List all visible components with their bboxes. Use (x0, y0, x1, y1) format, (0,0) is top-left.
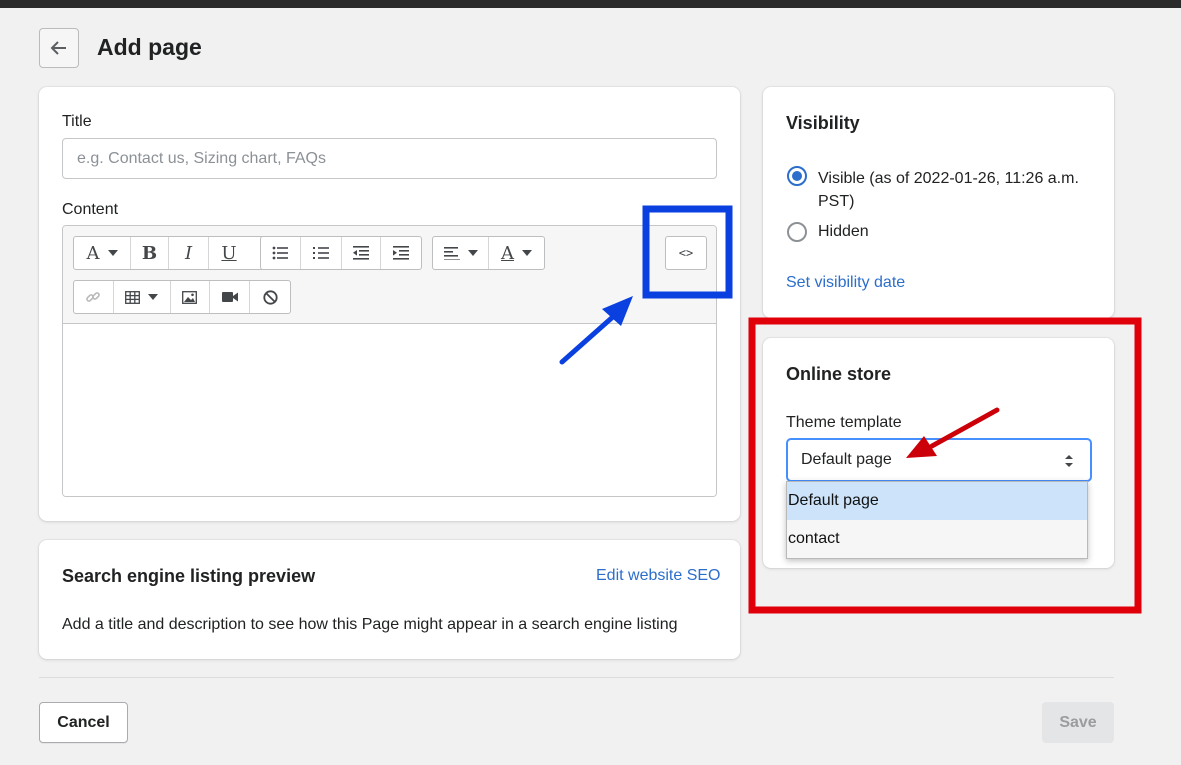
back-button[interactable] (39, 28, 79, 68)
title-label: Title (62, 113, 92, 130)
bold-icon: B (141, 242, 158, 264)
theme-template-select[interactable]: Default page (786, 438, 1092, 482)
chevron-down-icon (522, 250, 532, 256)
save-button[interactable]: Save (1042, 702, 1114, 743)
dropdown-option-default-page[interactable]: Default page (787, 482, 1087, 520)
indent-button[interactable] (381, 237, 421, 269)
chevron-down-icon (148, 294, 159, 300)
theme-template-label: Theme template (786, 414, 902, 431)
italic-icon: I (184, 242, 193, 264)
rich-text-editor: A B I U A <> (62, 225, 717, 497)
show-html-button[interactable]: <> (666, 237, 706, 269)
page-title: Add page (97, 34, 202, 60)
underline-icon: U (221, 242, 237, 264)
font-style-button[interactable]: A (74, 237, 131, 269)
bullet-list-icon (272, 246, 289, 260)
link-button[interactable] (74, 281, 114, 313)
title-placeholder: e.g. Contact us, Sizing chart, FAQs (77, 149, 326, 167)
dropdown-option-contact[interactable]: contact (787, 520, 1087, 558)
font-group: A B I U (73, 236, 283, 270)
top-bar (0, 0, 1181, 8)
numbered-list-button[interactable] (301, 237, 342, 269)
outdent-button[interactable] (342, 237, 382, 269)
set-visibility-date-link[interactable]: Set visibility date (786, 274, 905, 292)
hidden-radio[interactable] (787, 222, 807, 242)
italic-button[interactable]: I (169, 237, 209, 269)
insert-group (73, 280, 291, 314)
hidden-label[interactable]: Hidden (818, 223, 869, 241)
visibility-card: Visibility Visible (as of 2022-01-26, 11… (763, 87, 1114, 318)
footer-divider (39, 677, 1114, 678)
align-left-icon (443, 247, 460, 260)
seo-description: Add a title and description to see how t… (62, 616, 678, 633)
content-label: Content (62, 201, 119, 218)
theme-template-value: Default page (801, 451, 892, 468)
code-group: <> (665, 236, 707, 270)
list-group (260, 236, 422, 270)
bullet-list-button[interactable] (261, 237, 301, 269)
editor-toolbar: A B I U A <> (63, 226, 716, 324)
text-color-button[interactable]: A (489, 237, 544, 269)
seo-title: Search engine listing preview (62, 566, 316, 586)
editor-body[interactable] (63, 325, 716, 496)
underline-button[interactable]: U (209, 237, 249, 269)
indent-icon (393, 246, 410, 260)
chevron-down-icon (467, 250, 478, 256)
image-button[interactable] (171, 281, 211, 313)
page-content-card: Title e.g. Contact us, Sizing chart, FAQ… (39, 87, 740, 521)
bold-button[interactable]: B (131, 237, 169, 269)
font-icon: A (86, 242, 100, 264)
edit-seo-link[interactable]: Edit website SEO (596, 567, 721, 585)
online-store-title: Online store (786, 364, 892, 384)
video-button[interactable] (210, 281, 251, 313)
link-icon (86, 292, 101, 302)
visible-radio[interactable] (787, 166, 807, 186)
outdent-icon (352, 246, 369, 260)
title-input[interactable]: e.g. Contact us, Sizing chart, FAQs (62, 138, 717, 179)
seo-card: Search engine listing preview Edit websi… (39, 540, 740, 659)
align-color-group: A (432, 236, 545, 270)
text-color-icon: A (501, 242, 514, 264)
chevron-down-icon (107, 250, 118, 256)
code-icon: <> (678, 246, 694, 260)
align-button[interactable] (433, 237, 489, 269)
visibility-title: Visibility (786, 113, 860, 133)
table-button[interactable] (114, 281, 171, 313)
visible-label[interactable]: Visible (as of 2022-01-26, 11:26 a.m. PS… (818, 167, 1098, 213)
arrow-left-icon (50, 41, 66, 55)
cancel-button[interactable]: Cancel (39, 702, 128, 743)
theme-template-dropdown: Default page contact (786, 481, 1088, 559)
clear-format-icon (262, 289, 278, 305)
numbered-list-icon (312, 247, 329, 259)
table-icon (125, 290, 141, 304)
image-icon (182, 290, 198, 304)
select-arrows-icon (1065, 455, 1073, 467)
clear-format-button[interactable] (250, 281, 290, 313)
video-icon (221, 292, 238, 302)
